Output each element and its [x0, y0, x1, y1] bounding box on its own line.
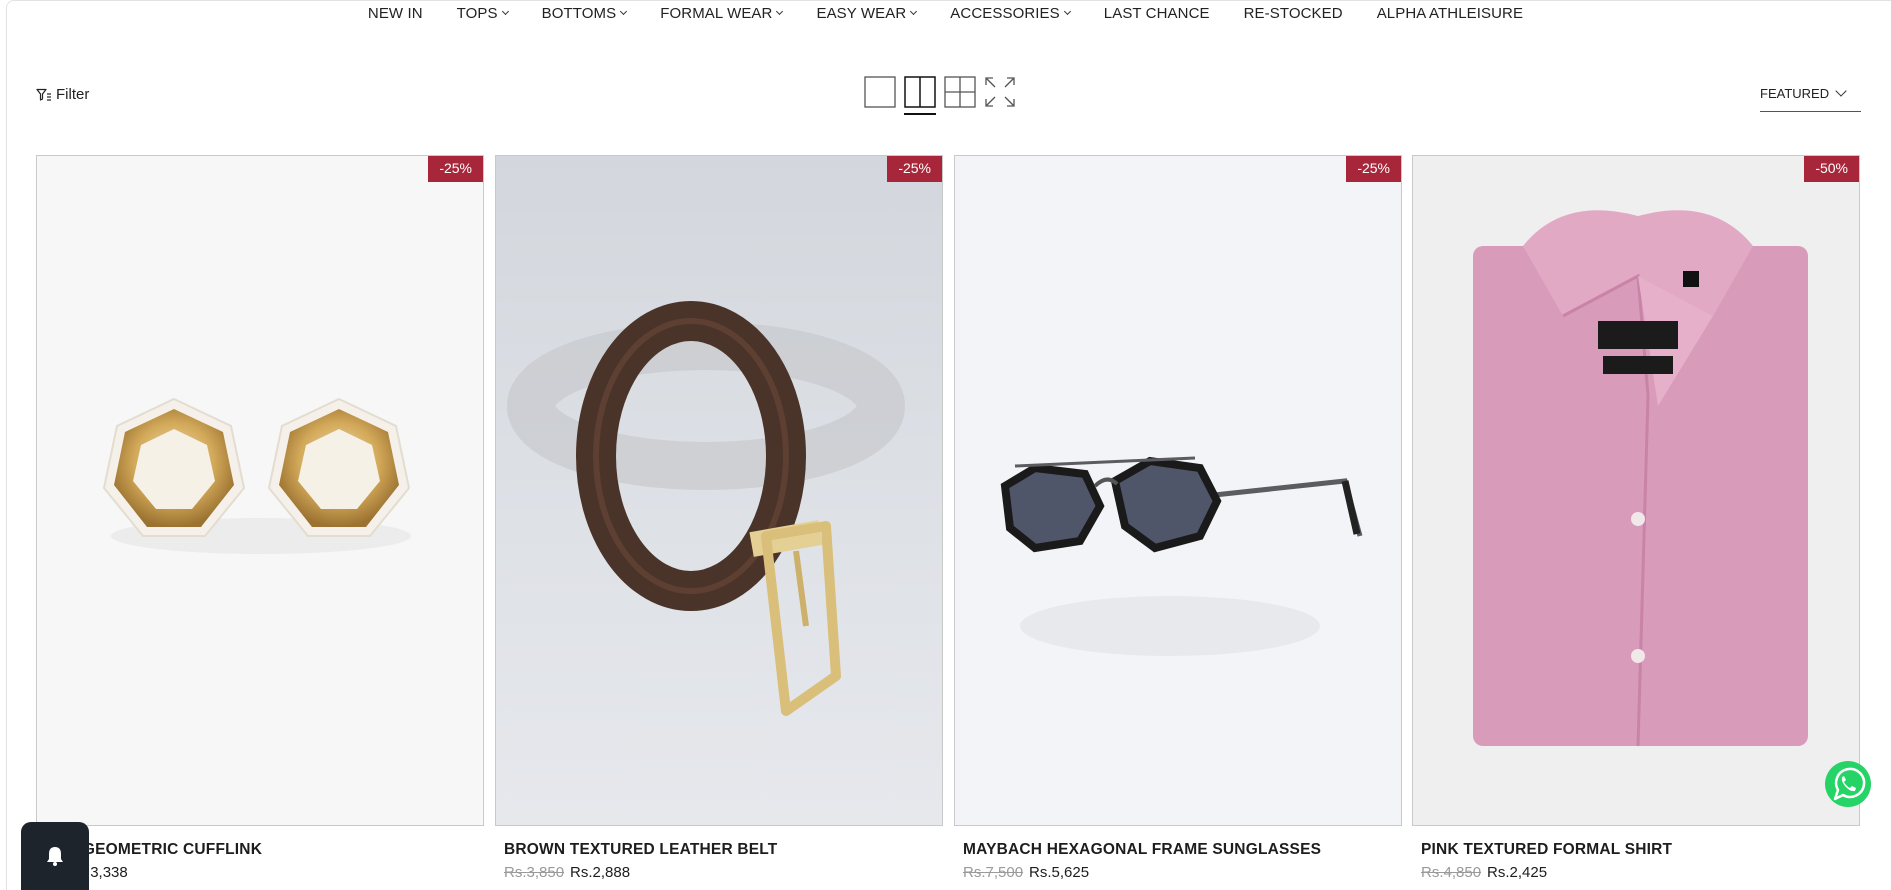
sale-price: Rs.5,625 — [1029, 864, 1090, 881]
nav-label: TOPS — [456, 4, 498, 22]
original-price: Rs.3,850 — [504, 864, 565, 881]
nav-item-accessories[interactable]: ACCESSORIES — [950, 4, 1071, 22]
filter-button[interactable]: Filter — [36, 86, 89, 103]
nav-label: ACCESSORIES — [950, 4, 1060, 22]
single-column-view-button[interactable] — [864, 76, 896, 108]
nav-item-alpha-athleisure[interactable]: ALPHA ATHLEISURE — [1377, 5, 1523, 22]
discount-badge: -25% — [887, 156, 942, 182]
discount-badge: -50% — [1804, 156, 1859, 182]
whatsapp-button[interactable] — [1823, 759, 1873, 809]
nav-label: BOTTOMS — [541, 4, 617, 22]
product-card: -25% MAYBACH HEXAGONAL FRAME SUNGLASSES … — [954, 155, 1402, 881]
nav-label: ALPHA ATHLEISURE — [1376, 4, 1524, 22]
nav-label: NEW IN — [367, 4, 423, 22]
discount-badge: -25% — [428, 156, 483, 182]
nav-item-new-in[interactable]: NEW IN — [368, 5, 423, 22]
nav-item-bottoms[interactable]: BOTTOMS — [541, 4, 628, 22]
nav-label: LAST CHANCE — [1103, 4, 1210, 22]
nav-item-last-chance[interactable]: LAST CHANCE — [1104, 5, 1210, 22]
nav-item-formal-wear[interactable]: FORMAL WEAR — [660, 4, 784, 22]
four-grid-icon — [944, 76, 976, 108]
product-price: Rs.7,500 Rs.5,625 — [963, 864, 1089, 881]
chevron-down-icon — [501, 7, 509, 16]
product-card: -25% BROWN TEXTURED LEATHER BELT Rs.3,85… — [495, 155, 943, 881]
chevron-down-icon — [620, 7, 628, 16]
cufflink-image — [102, 397, 411, 554]
nav-item-tops[interactable]: TOPS — [456, 4, 509, 22]
whatsapp-icon — [1825, 761, 1871, 807]
chevron-down-icon — [910, 7, 918, 16]
chevron-down-icon — [1063, 7, 1071, 16]
shirt-image — [1473, 210, 1808, 747]
product-image[interactable]: -25% — [954, 155, 1402, 826]
product-card: -50% PINK TEXTURED FORMAL SHIRT Rs.4,850… — [1412, 155, 1860, 881]
view-switcher — [864, 76, 1024, 115]
four-grid-view-button[interactable] — [944, 76, 976, 108]
product-image[interactable]: -25% — [36, 155, 484, 826]
expand-icon — [985, 77, 1015, 107]
product-card: -25% ERN GEOMETRIC CUFFLINK 50 Rs.3,338 — [36, 155, 484, 881]
expand-view-button[interactable] — [984, 76, 1016, 108]
product-title[interactable]: PINK TEXTURED FORMAL SHIRT — [1421, 841, 1672, 859]
chat-widget-button[interactable] — [21, 822, 89, 890]
nav-label: RE-STOCKED — [1243, 4, 1343, 22]
sort-label: FEATURED — [1760, 86, 1830, 101]
sort-dropdown[interactable]: FEATURED — [1760, 85, 1861, 112]
product-title[interactable]: MAYBACH HEXAGONAL FRAME SUNGLASSES — [963, 841, 1321, 859]
chevron-down-icon — [1835, 85, 1847, 97]
chevron-down-icon — [776, 7, 784, 16]
nav-item-easy-wear[interactable]: EASY WEAR — [816, 4, 918, 22]
original-price: Rs.4,850 — [1421, 864, 1482, 881]
two-column-view-button[interactable] — [904, 76, 936, 115]
product-price: Rs.3,850 Rs.2,888 — [504, 864, 630, 881]
original-price: Rs.7,500 — [963, 864, 1024, 881]
product-image[interactable]: -25% — [495, 155, 943, 826]
bell-icon — [47, 847, 63, 866]
belt-image — [507, 301, 905, 716]
sunglasses-image — [1000, 456, 1363, 656]
product-image[interactable]: -50% — [1412, 155, 1860, 826]
filter-label: Filter — [56, 86, 90, 103]
filter-icon — [36, 88, 51, 101]
discount-badge: -25% — [1346, 156, 1401, 182]
main-nav: NEW IN TOPS BOTTOMS FORMAL WEAR EASY WEA… — [0, 2, 1891, 24]
sale-price: Rs.2,888 — [570, 864, 631, 881]
nav-label: FORMAL WEAR — [660, 4, 773, 22]
nav-item-re-stocked[interactable]: RE-STOCKED — [1244, 5, 1343, 22]
sale-price: Rs.2,425 — [1487, 864, 1548, 881]
nav-label: EASY WEAR — [816, 4, 907, 22]
two-column-icon — [904, 76, 936, 108]
single-column-icon — [864, 76, 896, 108]
product-price: Rs.4,850 Rs.2,425 — [1421, 864, 1547, 881]
product-title[interactable]: BROWN TEXTURED LEATHER BELT — [504, 841, 777, 859]
